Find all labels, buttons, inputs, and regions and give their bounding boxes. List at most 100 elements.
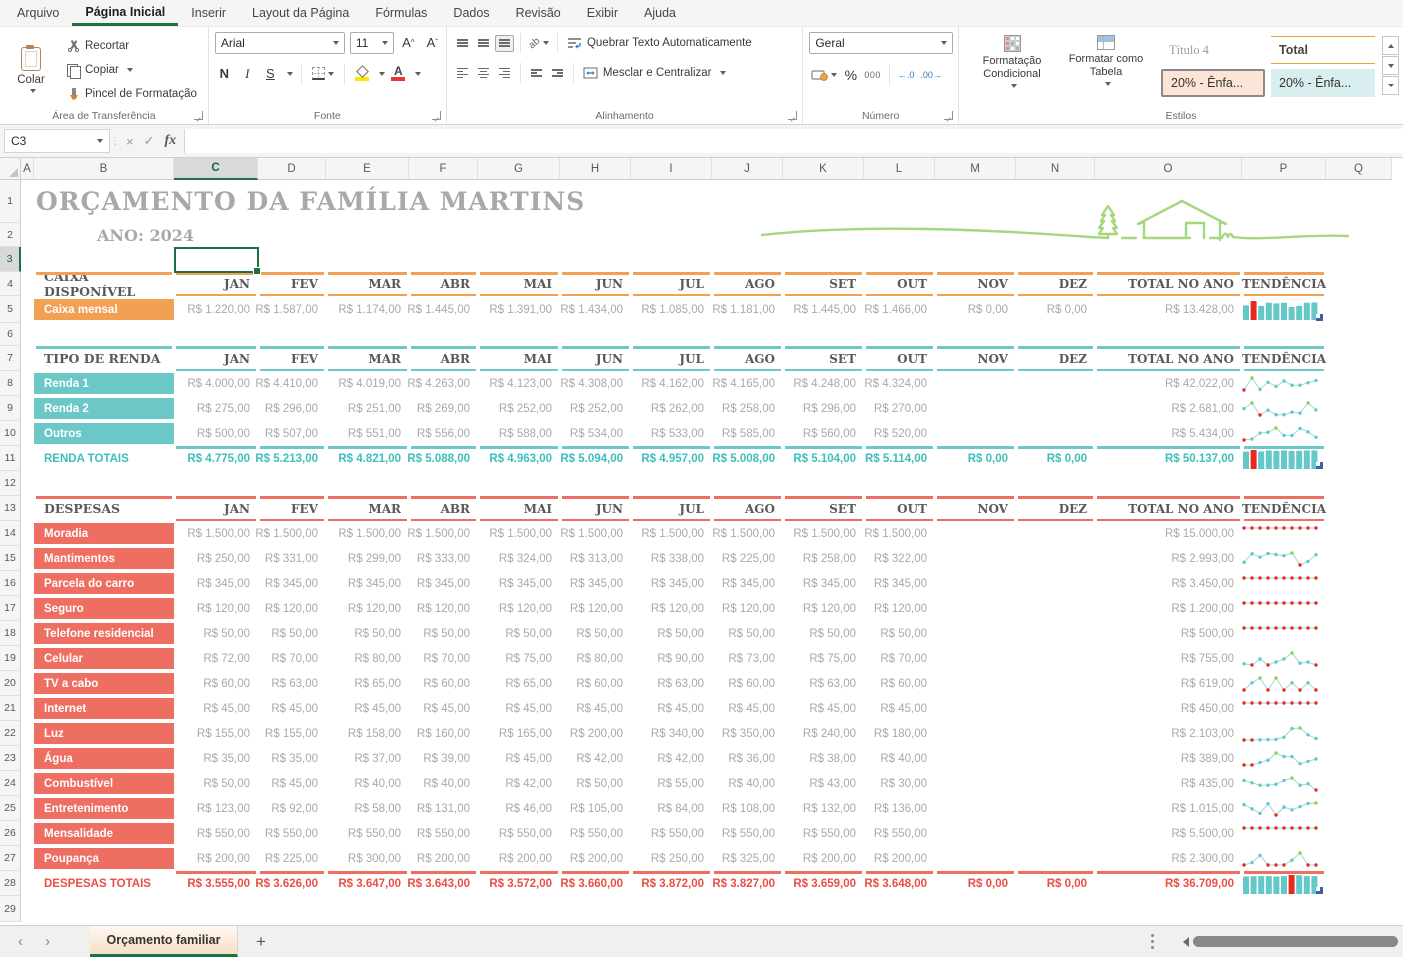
gallery-scroll-up-button[interactable]: [1382, 36, 1399, 55]
column-header-N[interactable]: N: [1016, 158, 1095, 180]
cell[interactable]: [1326, 346, 1392, 371]
grow-font-button[interactable]: A ^: [399, 32, 418, 53]
row-header-22[interactable]: 22: [0, 721, 21, 746]
column-header-M[interactable]: M: [935, 158, 1016, 180]
month-value-cell[interactable]: R$ 45,00: [174, 696, 258, 721]
align-top-button[interactable]: [453, 35, 472, 52]
month-value-cell[interactable]: [935, 371, 1016, 396]
column-header-E[interactable]: E: [326, 158, 409, 180]
cell[interactable]: [21, 371, 34, 396]
sparkline-cell[interactable]: [1242, 871, 1326, 896]
month-value-cell[interactable]: R$ 65,00: [326, 671, 409, 696]
section-header-label[interactable]: TIPO DE RENDA: [34, 346, 174, 371]
ribbon-tab[interactable]: Ajuda: [631, 0, 689, 26]
month-value-cell[interactable]: R$ 120,00: [783, 596, 864, 621]
cell[interactable]: [1326, 421, 1392, 446]
sparkline-cell[interactable]: [1242, 546, 1326, 571]
month-value-cell[interactable]: R$ 73,00: [712, 646, 783, 671]
month-value-cell[interactable]: R$ 338,00: [631, 546, 712, 571]
cell[interactable]: [1326, 771, 1392, 796]
month-header-cell[interactable]: DEZ: [1016, 346, 1095, 371]
month-header-cell[interactable]: FEV: [258, 272, 326, 296]
year-total-cell[interactable]: R$ 2.993,00: [1095, 546, 1242, 571]
month-value-cell[interactable]: R$ 324,00: [478, 546, 560, 571]
month-value-cell[interactable]: R$ 1.085,00: [631, 296, 712, 323]
row-header-18[interactable]: 18: [0, 621, 21, 646]
month-header-cell[interactable]: FEV: [258, 346, 326, 371]
month-value-cell[interactable]: R$ 70,00: [258, 646, 326, 671]
cell[interactable]: [21, 446, 34, 471]
year-total-cell[interactable]: R$ 2.300,00: [1095, 846, 1242, 871]
month-value-cell[interactable]: R$ 60,00: [712, 671, 783, 696]
month-value-cell[interactable]: R$ 1.391,00: [478, 296, 560, 323]
month-value-cell[interactable]: R$ 560,00: [783, 421, 864, 446]
cell[interactable]: [1326, 871, 1392, 896]
year-total-cell[interactable]: R$ 15.000,00: [1095, 521, 1242, 546]
month-value-cell[interactable]: R$ 1.500,00: [174, 521, 258, 546]
cell[interactable]: Seguro: [34, 596, 174, 621]
month-value-cell[interactable]: R$ 250,00: [174, 546, 258, 571]
next-sheet-arrow[interactable]: ›: [45, 933, 50, 950]
cell[interactable]: [21, 696, 34, 721]
month-value-cell[interactable]: R$ 37,00: [326, 746, 409, 771]
month-value-cell[interactable]: R$ 63,00: [631, 671, 712, 696]
cell[interactable]: Renda 2: [34, 396, 174, 421]
month-header-cell[interactable]: FEV: [258, 496, 326, 521]
sparkline-cell[interactable]: [1242, 521, 1326, 546]
sparkline-cell[interactable]: [1242, 371, 1326, 396]
cell[interactable]: [21, 821, 34, 846]
sparkline-cell[interactable]: [1242, 846, 1326, 871]
month-header-cell[interactable]: MAI: [478, 272, 560, 296]
chevron-down-icon[interactable]: [414, 71, 421, 76]
month-header-cell[interactable]: SET: [783, 346, 864, 371]
cell[interactable]: [1326, 571, 1392, 596]
row-label-chip[interactable]: Luz: [34, 723, 174, 744]
dialog-launcher-icon[interactable]: [431, 111, 441, 120]
sparkline-cell[interactable]: [1242, 796, 1326, 821]
column-header-G[interactable]: G: [478, 158, 560, 180]
column-header-L[interactable]: L: [864, 158, 935, 180]
sparkline-cell[interactable]: [1242, 671, 1326, 696]
cell[interactable]: [21, 346, 34, 371]
month-value-cell[interactable]: R$ 1.500,00: [478, 521, 560, 546]
month-value-cell[interactable]: [935, 571, 1016, 596]
month-value-cell[interactable]: R$ 45,00: [478, 696, 560, 721]
month-value-cell[interactable]: R$ 4.162,00: [631, 371, 712, 396]
cell[interactable]: Entretenimento: [34, 796, 174, 821]
month-value-cell[interactable]: R$ 50,00: [326, 621, 409, 646]
year-total-cell[interactable]: R$ 435,00: [1095, 771, 1242, 796]
cell[interactable]: [1326, 646, 1392, 671]
month-header-cell[interactable]: OUT: [864, 346, 935, 371]
month-value-cell[interactable]: R$ 550,00: [712, 821, 783, 846]
row-label-chip[interactable]: Moradia: [34, 523, 174, 544]
month-value-cell[interactable]: R$ 550,00: [174, 821, 258, 846]
row-header-1[interactable]: 1: [0, 180, 21, 223]
month-value-cell[interactable]: [935, 621, 1016, 646]
month-header-cell[interactable]: MAI: [478, 496, 560, 521]
month-value-cell[interactable]: R$ 40,00: [326, 771, 409, 796]
year-total-cell[interactable]: R$ 5.434,00: [1095, 421, 1242, 446]
month-value-cell[interactable]: R$ 345,00: [326, 571, 409, 596]
cell[interactable]: [21, 846, 34, 871]
month-value-cell[interactable]: [1016, 396, 1095, 421]
month-value-cell[interactable]: R$ 50,00: [409, 621, 478, 646]
month-value-cell[interactable]: R$ 296,00: [258, 396, 326, 421]
year-total-cell[interactable]: R$ 2.103,00: [1095, 721, 1242, 746]
row-header-16[interactable]: 16: [0, 571, 21, 596]
month-value-cell[interactable]: R$ 1.466,00: [864, 296, 935, 323]
month-header-cell[interactable]: JUL: [631, 496, 712, 521]
month-value-cell[interactable]: R$ 36,00: [712, 746, 783, 771]
month-value-cell[interactable]: R$ 45,00: [478, 746, 560, 771]
row-header-17[interactable]: 17: [0, 596, 21, 621]
month-value-cell[interactable]: R$ 269,00: [409, 396, 478, 421]
cell[interactable]: Celular: [34, 646, 174, 671]
month-value-cell[interactable]: R$ 3.872,00: [631, 871, 712, 896]
sparkline-cell[interactable]: [1242, 696, 1326, 721]
month-value-cell[interactable]: R$ 60,00: [174, 671, 258, 696]
month-value-cell[interactable]: R$ 131,00: [409, 796, 478, 821]
month-value-cell[interactable]: R$ 345,00: [174, 571, 258, 596]
total-header-cell[interactable]: TOTAL NO ANO: [1095, 346, 1242, 371]
month-value-cell[interactable]: R$ 200,00: [864, 846, 935, 871]
month-value-cell[interactable]: R$ 3.555,00: [174, 871, 258, 896]
prev-sheet-arrow[interactable]: ‹: [18, 933, 23, 950]
